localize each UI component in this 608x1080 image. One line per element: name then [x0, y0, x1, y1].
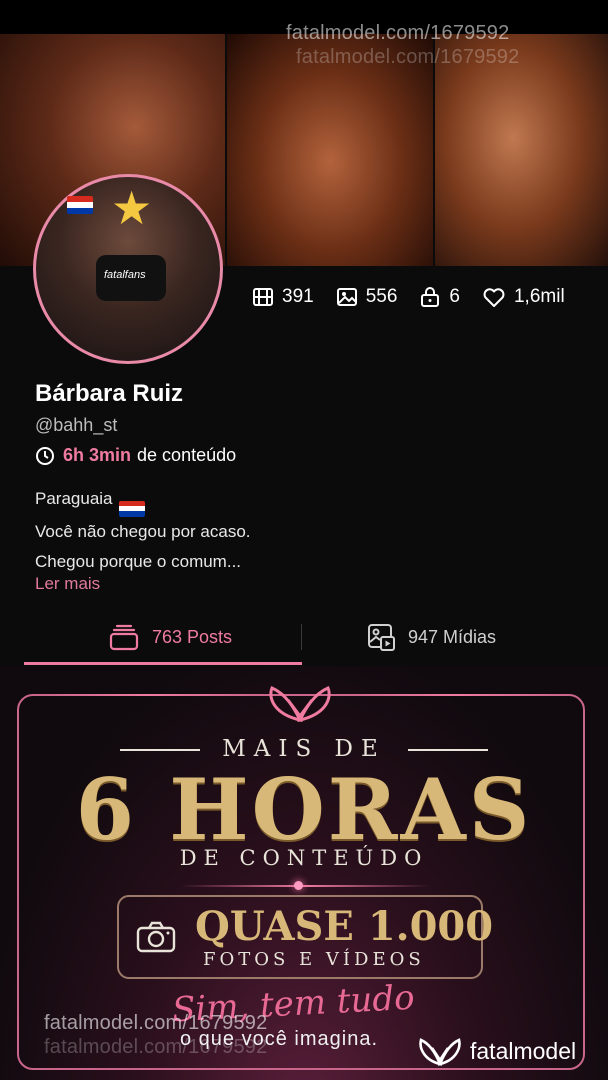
- avatar-shirt-text: fatalfans: [104, 269, 146, 281]
- stat-videos[interactable]: 391: [252, 286, 314, 308]
- stat-photos-count: 556: [365, 286, 398, 307]
- promo-line-3: DE CONTEÚDO: [179, 846, 429, 870]
- profile-name: Bárbara Ruiz: [35, 380, 184, 407]
- fatalmodel-brand: fatalmodel: [470, 1037, 577, 1064]
- stat-likes-count: 1,6mil: [513, 286, 565, 307]
- posts-stack-icon: [109, 624, 139, 651]
- duration-suffix: de conteúdo: [137, 445, 237, 465]
- tab-divider: [301, 624, 302, 650]
- promo-box-subtitle: FOTOS E VÍDEOS: [203, 949, 425, 970]
- profile-stats: 391 556 6 1,6mil: [252, 286, 587, 308]
- frame-glow-left: [40, 694, 260, 696]
- media-icon: [368, 624, 395, 651]
- watermark-bottom-faint: fatalmodel.com/1679592: [44, 1036, 268, 1058]
- promo-divider-dot: [294, 881, 303, 890]
- stat-photos[interactable]: 556: [336, 286, 398, 308]
- bio-line-1: Paraguaia: [35, 489, 113, 508]
- bio-line-3: Chegou porque o comum...: [35, 551, 242, 571]
- fatalmodel-logo: fatalmodel: [418, 1034, 576, 1068]
- star-icon: ★: [111, 182, 153, 234]
- promo-divider: [180, 885, 430, 887]
- tab-media-label: 947 Mídias: [408, 626, 497, 647]
- film-icon: [253, 288, 273, 306]
- content-duration: 6h 3min de conteúdo: [35, 445, 236, 466]
- watermark-top-faint: fatalmodel.com/1679592: [296, 46, 520, 68]
- profile-tabs: 763 Posts 947 Mídias: [0, 610, 608, 666]
- fatalmodel-butterfly-icon: [419, 1038, 461, 1066]
- stat-locked[interactable]: 6: [419, 286, 460, 308]
- clock-icon: [36, 446, 54, 465]
- tab-posts-label: 763 Posts: [152, 626, 233, 647]
- butterfly-icon: [269, 686, 331, 723]
- frame-glow-right: [346, 694, 566, 696]
- promo-box: QUASE 1.000 FOTOS E VÍDEOS: [117, 895, 493, 979]
- lock-icon: [421, 287, 440, 307]
- image-icon: [336, 288, 357, 306]
- tab-media[interactable]: 947 Mídias: [366, 610, 496, 664]
- watermark-top: fatalmodel.com/1679592: [286, 22, 510, 44]
- bio-line-2: Você não chegou por acaso.: [35, 521, 251, 541]
- promo-box-title: QUASE 1.000: [195, 903, 494, 950]
- watermark-bottom: fatalmodel.com/1679592: [44, 1012, 268, 1034]
- promo-headline: 6 HORAS: [75, 760, 533, 859]
- paraguay-flag-icon: [118, 500, 145, 517]
- stat-videos-count: 391: [282, 286, 314, 307]
- active-tab-indicator: [24, 662, 302, 665]
- heart-icon: [483, 288, 505, 307]
- profile-handle: @bahh_st: [35, 415, 118, 435]
- stat-likes[interactable]: 1,6mil: [482, 286, 565, 308]
- read-more-link[interactable]: Ler mais: [35, 574, 100, 594]
- camera-icon: [136, 921, 176, 953]
- stat-locked-count: 6: [449, 286, 460, 307]
- paraguay-flag-icon: [67, 196, 93, 214]
- tab-posts[interactable]: 763 Posts: [108, 610, 232, 664]
- avatar[interactable]: ★ fatalfans: [33, 174, 223, 364]
- duration-value: 6h 3min: [63, 445, 132, 465]
- promo-line-1: MAIS DE: [222, 736, 386, 762]
- profile-bio: Paraguaia Você não chegou por acaso. Che…: [35, 484, 251, 577]
